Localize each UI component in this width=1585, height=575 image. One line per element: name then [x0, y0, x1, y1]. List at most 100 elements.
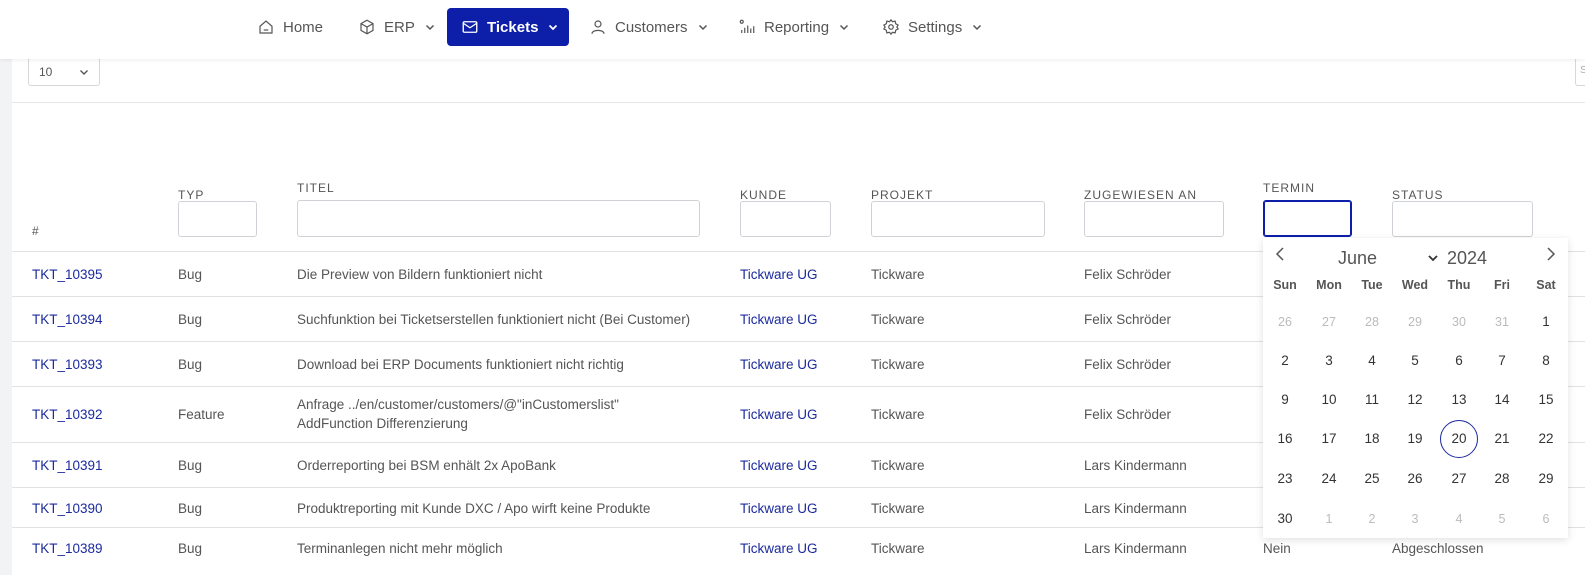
page-size-select[interactable]: 10 — [28, 57, 100, 86]
filter-status-input[interactable] — [1392, 201, 1533, 237]
datepicker-day[interactable]: 29 — [1395, 303, 1435, 341]
ticket-kunde-link[interactable]: Tickware UG — [740, 265, 818, 284]
nav-tickets[interactable]: Tickets — [447, 8, 569, 46]
datepicker-day[interactable]: 17 — [1309, 420, 1349, 458]
nav-home[interactable]: Home — [247, 8, 333, 46]
chevron-left-icon[interactable] — [1273, 246, 1287, 262]
datepicker-day[interactable]: 4 — [1352, 342, 1392, 380]
chevron-down-icon — [698, 24, 707, 31]
datepicker-day[interactable]: 7 — [1482, 342, 1522, 380]
filter-titel-input[interactable] — [297, 200, 700, 237]
divider — [12, 102, 1585, 103]
datepicker-year[interactable]: 2024 — [1447, 248, 1487, 269]
datepicker-day[interactable]: 1 — [1526, 303, 1566, 341]
filter-termin-input[interactable] — [1263, 200, 1352, 237]
datepicker-day[interactable]: 13 — [1439, 381, 1479, 419]
ticket-kunde-link[interactable]: Tickware UG — [740, 355, 818, 374]
datepicker-day[interactable]: 23 — [1265, 460, 1305, 498]
datepicker-day[interactable]: 5 — [1482, 500, 1522, 538]
nav-erp-label: ERP — [384, 18, 415, 36]
datepicker-day[interactable]: 12 — [1395, 381, 1435, 419]
ticket-titel-line2: AddFunction Differenzierung — [297, 416, 468, 431]
datepicker-day[interactable]: 4 — [1439, 500, 1479, 538]
filter-typ-input[interactable] — [178, 201, 257, 237]
chevron-down-icon — [80, 69, 88, 75]
nav-customers[interactable]: Customers — [579, 8, 718, 46]
ticket-id-link[interactable]: TKT_10389 — [32, 539, 103, 558]
ticket-id-link[interactable]: TKT_10390 — [32, 499, 103, 518]
home-icon — [259, 20, 273, 34]
datepicker-day[interactable]: 27 — [1439, 460, 1479, 498]
chevron-down-icon — [549, 24, 558, 31]
datepicker-day[interactable]: 22 — [1526, 420, 1566, 458]
filter-zugewiesen-input[interactable] — [1084, 201, 1224, 237]
ticket-kunde-link[interactable]: Tickware UG — [740, 456, 818, 475]
col-header-titel: TITEL — [297, 181, 335, 195]
datepicker-day[interactable]: 3 — [1395, 500, 1435, 538]
datepicker-day[interactable]: 8 — [1526, 342, 1566, 380]
datepicker-day[interactable]: 9 — [1265, 381, 1305, 419]
ticket-kunde-link[interactable]: Tickware UG — [740, 310, 818, 329]
chevron-down-icon — [840, 24, 849, 31]
datepicker-day[interactable]: 26 — [1265, 303, 1305, 341]
ticket-id-link[interactable]: TKT_10391 — [32, 456, 103, 475]
datepicker-day[interactable]: 19 — [1395, 420, 1435, 458]
nav-settings[interactable]: Settings — [872, 8, 992, 46]
ticket-id-link[interactable]: TKT_10392 — [32, 405, 103, 424]
cube-icon — [360, 19, 374, 35]
datepicker-day[interactable]: 28 — [1352, 303, 1392, 341]
datepicker-day[interactable]: 21 — [1482, 420, 1522, 458]
ticket-zugewiesen: Felix Schröder — [1084, 357, 1172, 372]
nav-erp[interactable]: ERP — [348, 8, 445, 46]
ticket-projekt: Tickware — [871, 458, 925, 473]
datepicker-day[interactable]: 6 — [1526, 500, 1566, 538]
datepicker-day[interactable]: 11 — [1352, 381, 1392, 419]
datepicker-day-current[interactable]: 20 — [1440, 420, 1478, 458]
ticket-kunde-link[interactable]: Tickware UG — [740, 499, 818, 518]
user-icon — [591, 20, 605, 34]
ticket-typ: Feature — [178, 407, 225, 422]
datepicker-day[interactable]: 2 — [1352, 500, 1392, 538]
datepicker-month-select[interactable]: June — [1338, 248, 1377, 269]
datepicker-day[interactable]: 25 — [1352, 460, 1392, 498]
datepicker-day[interactable]: 5 — [1395, 342, 1435, 380]
datepicker-day[interactable]: 30 — [1439, 303, 1479, 341]
datepicker-day[interactable]: 15 — [1526, 381, 1566, 419]
col-header-typ: TYP — [178, 188, 205, 202]
datepicker-day[interactable]: 29 — [1526, 460, 1566, 498]
ticket-id-link[interactable]: TKT_10394 — [32, 310, 103, 329]
datepicker-day[interactable]: 27 — [1309, 303, 1349, 341]
datepicker-day[interactable]: 24 — [1309, 460, 1349, 498]
datepicker-day[interactable]: 16 — [1265, 420, 1305, 458]
datepicker-day[interactable]: 31 — [1482, 303, 1522, 341]
chart-bars-icon — [739, 19, 755, 33]
filter-projekt-input[interactable] — [871, 201, 1045, 237]
datepicker-day[interactable]: 2 — [1265, 342, 1305, 380]
ticket-kunde-link[interactable]: Tickware UG — [740, 539, 818, 558]
gear-icon — [883, 18, 899, 36]
datepicker-day[interactable]: 10 — [1309, 381, 1349, 419]
chevron-right-icon[interactable] — [1544, 246, 1558, 262]
filter-kunde-input[interactable] — [740, 201, 831, 237]
datepicker-day[interactable]: 6 — [1439, 342, 1479, 380]
datepicker-day[interactable]: 1 — [1309, 500, 1349, 538]
datepicker-day[interactable]: 30 — [1265, 500, 1305, 538]
datepicker-day[interactable]: 18 — [1352, 420, 1392, 458]
ticket-typ: Bug — [178, 267, 203, 282]
search-input[interactable]: S — [1575, 57, 1585, 86]
chevron-down-icon — [1428, 255, 1438, 262]
search-placeholder: S — [1580, 65, 1585, 76]
datepicker-weekday: Sun — [1273, 278, 1297, 292]
datepicker-day[interactable]: 26 — [1395, 460, 1435, 498]
datepicker-day[interactable]: 3 — [1309, 342, 1349, 380]
ticket-id-link[interactable]: TKT_10393 — [32, 355, 103, 374]
datepicker-day[interactable]: 14 — [1482, 381, 1522, 419]
ticket-zugewiesen: Felix Schröder — [1084, 312, 1172, 327]
datepicker-weekday: Tue — [1361, 278, 1383, 292]
nav-reporting[interactable]: Reporting — [728, 8, 859, 46]
ticket-kunde-link[interactable]: Tickware UG — [740, 405, 818, 424]
datepicker-day[interactable]: 28 — [1482, 460, 1522, 498]
ticket-titel: Anfrage ../en/customer/customers/@"inCus… — [297, 397, 619, 412]
ticket-id-link[interactable]: TKT_10395 — [32, 265, 103, 284]
top-navigation: Home ERP Tickets Customers Reporting Set… — [0, 0, 1585, 59]
